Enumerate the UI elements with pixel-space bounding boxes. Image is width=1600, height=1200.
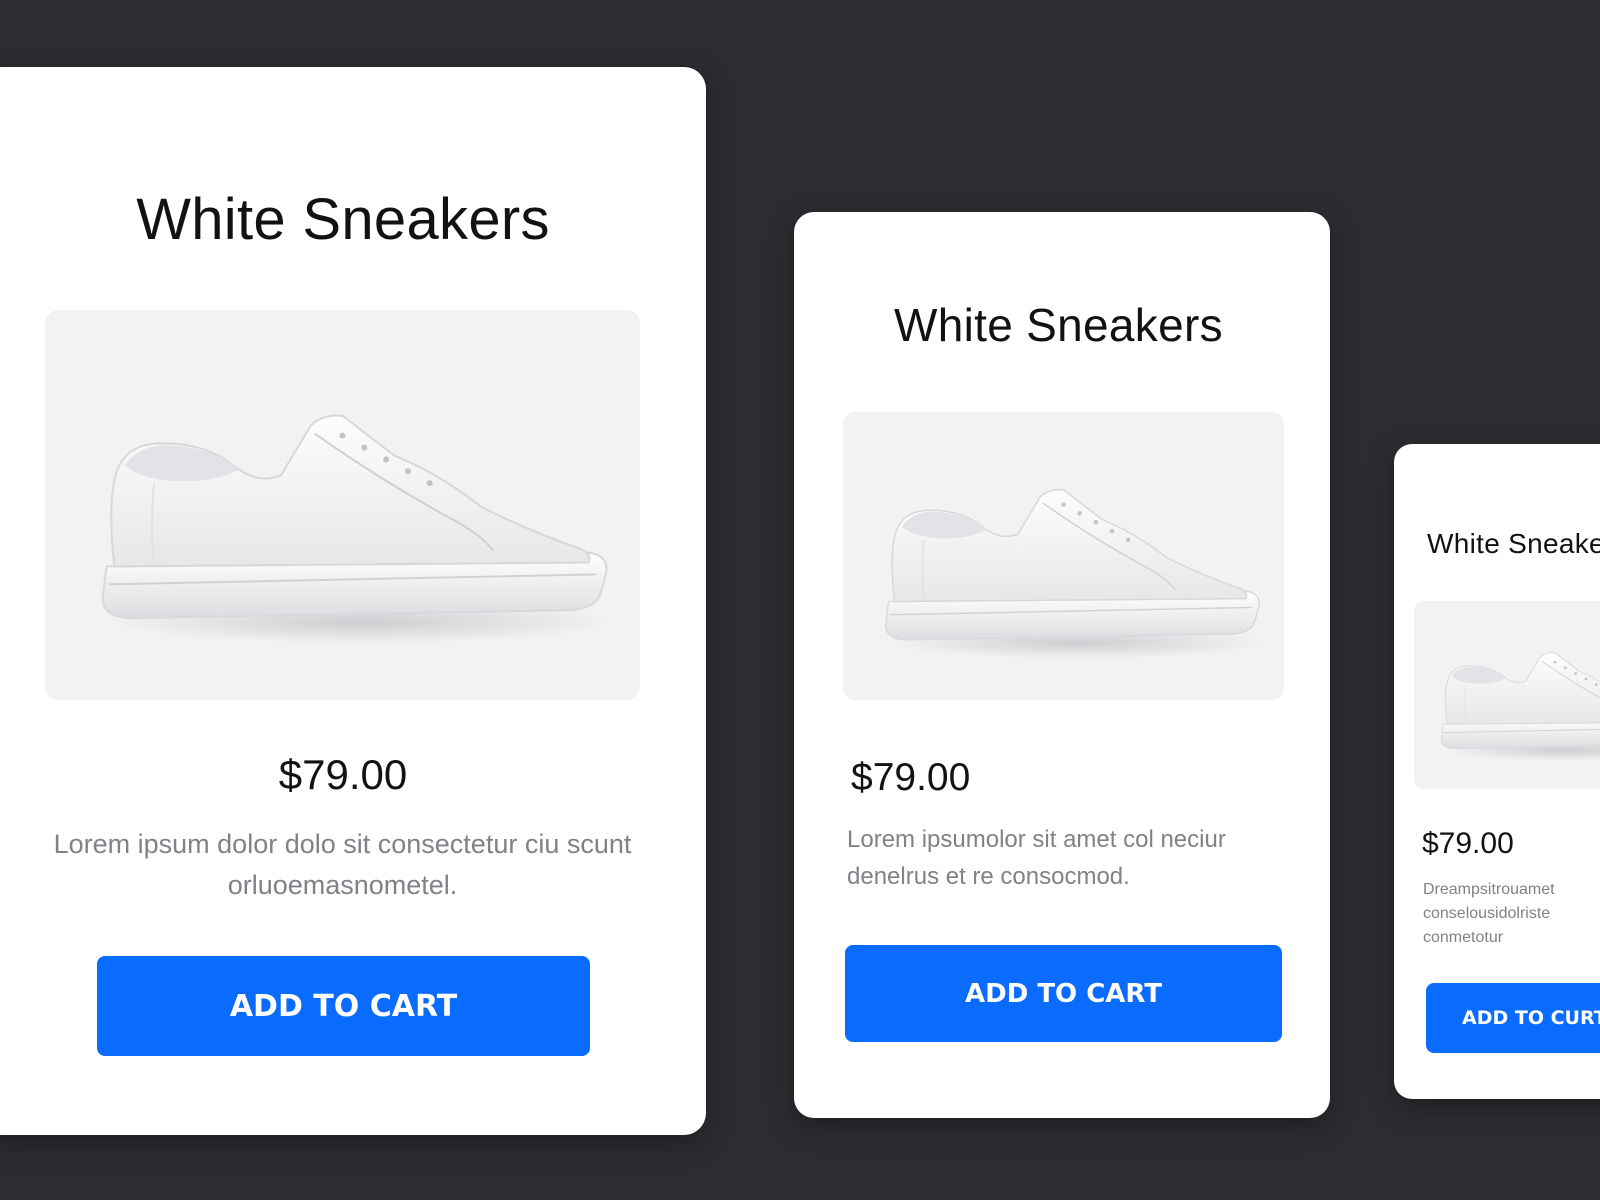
product-card-small: White Sneake $79.00 Dreampsitrouamet con… [1394,444,1600,1099]
add-to-cart-button[interactable]: ADD TO CART [845,945,1282,1042]
product-description: Lorem ipsum dolor dolo sit consectetur c… [53,829,632,900]
product-title: White Sneake [1427,528,1600,559]
product-image[interactable] [1414,601,1600,789]
product-card-large: White Sneakers $79.00 Lorem ipsum dolor … [0,67,706,1135]
product-title: White Sneakers [136,187,550,252]
product-price: $79.00 [1422,827,1514,860]
sneaker-image [1414,601,1600,789]
sneaker-image [45,310,640,700]
add-to-cart-button[interactable]: ADD TO CURT [1426,983,1600,1053]
product-price: $79.00 [278,751,408,798]
product-title: White Sneakers [894,299,1223,351]
add-to-cart-button[interactable]: ADD TO CART [97,956,590,1056]
product-description: Lorem ipsumolor sit amet col neciur dene… [847,826,1226,890]
product-image[interactable] [843,412,1284,700]
product-price: $79.00 [851,756,971,799]
product-image[interactable] [45,310,640,700]
product-description: Dreampsitrouamet conselousidolriste conm… [1423,881,1555,946]
sneaker-image [843,412,1284,700]
product-card-medium: White Sneakers $79.00 Lorem ipsumolor si… [794,212,1330,1118]
